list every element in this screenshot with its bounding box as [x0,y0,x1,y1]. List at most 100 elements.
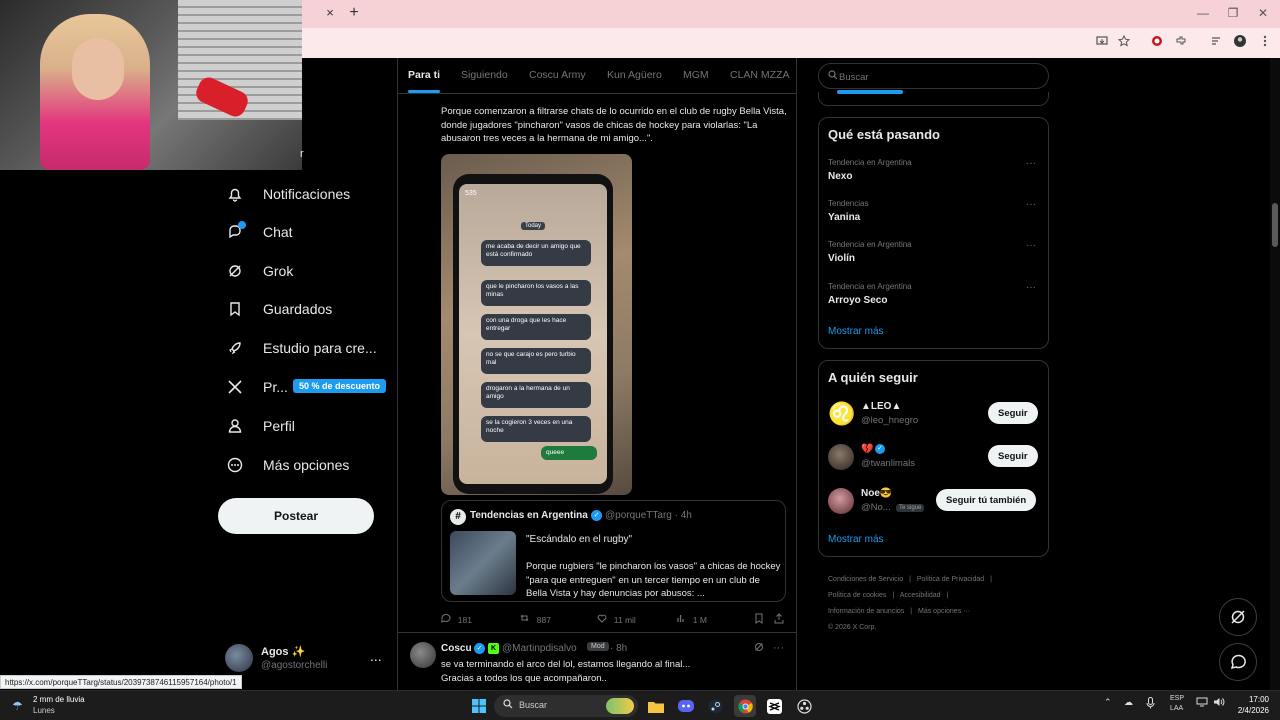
tab-coscu-army[interactable]: Coscu Army [529,58,586,94]
trend-item[interactable]: Tendencia en Argentina Arroyo Seco ··· [828,282,1043,318]
follow-back-button[interactable]: Seguir tú también [936,489,1037,511]
grok-fab-button[interactable] [1219,598,1257,636]
tab-for-you[interactable]: Para ti [408,58,440,94]
follow-suggestion[interactable]: 💔 ✓ @twanlimals Seguir [828,440,1043,476]
steam-icon[interactable] [704,695,726,717]
tray-cloud-icon[interactable]: ☁ [1124,697,1133,708]
avatar [828,444,854,470]
nav-item-bookmarks[interactable]: Guardados [215,291,395,327]
search-icon [503,699,513,712]
tray-chevron-icon[interactable]: ⌃ [1104,697,1112,708]
install-app-icon[interactable] [1093,34,1111,52]
messages-fab-button[interactable] [1219,643,1257,681]
address-bar[interactable] [303,31,1083,55]
chrome-icon[interactable] [734,695,756,717]
footer-link-terms[interactable]: Condiciones de Servicio [828,576,903,583]
post2-author-handle[interactable]: @Martinpdisalvo [502,643,577,654]
obs-icon[interactable] [793,695,815,717]
profile-avatar-icon[interactable] [1231,34,1249,52]
browser-menu-icon[interactable] [1256,34,1274,52]
avatar[interactable] [410,642,436,668]
footer-link-cookies[interactable]: Política de cookies [828,592,886,599]
nav-item-notifications[interactable]: Notificaciones [215,176,395,212]
share-icon[interactable] [774,613,784,626]
nav-item-chat[interactable]: Chat [215,214,395,250]
trends-show-more-link[interactable]: Mostrar más [828,326,884,337]
discord-icon[interactable] [675,695,697,717]
bookmark-post-icon[interactable] [754,613,764,626]
taskbar: ☂ 2 mm de lluvia Lunes Buscar ⌃ ☁ ESP LA… [0,690,1280,720]
tab-mgm[interactable]: MGM [683,58,709,94]
file-explorer-icon[interactable] [645,695,667,717]
search-input[interactable] [839,68,1039,86]
follow-show-more-link[interactable]: Mostrar más [828,534,884,545]
trend-more-icon[interactable]: ··· [1026,282,1036,293]
start-windows-icon[interactable] [468,695,490,717]
page-scrollbar[interactable] [1270,58,1280,690]
maximize-button[interactable]: ❐ [1218,4,1248,22]
nav-item-more-options[interactable]: Más opciones [215,447,395,483]
tray-volume-icon[interactable] [1213,697,1225,709]
reply-button[interactable]: 181 [441,613,472,626]
feed-tabs: Para ti Siguiendo Coscu Army Kun Agüero … [398,58,796,94]
tab-close-icon[interactable]: × [322,5,338,21]
grok-icon [1231,610,1245,624]
tab-following[interactable]: Siguiendo [461,58,508,94]
footer-link-more-options[interactable]: Más opciones ··· [918,608,970,615]
extensions-icon[interactable] [1172,34,1190,52]
follow-suggestion[interactable]: ♌ ▲LEO▲ @leo_hnegro Seguir [828,397,1043,433]
capcut-icon[interactable] [763,695,785,717]
chat-bubble: con una droga que les hace entregar [481,314,591,340]
post2-time[interactable]: · 8h [610,643,627,654]
account-switcher[interactable]: Agos ✨ @agostorchelli ... [225,642,395,678]
tab-clan-mzza[interactable]: CLAN MZZA [730,58,790,94]
trend-more-icon[interactable]: ··· [1026,240,1036,251]
keyboard-language[interactable]: ESP [1170,695,1184,702]
minimize-button[interactable]: — [1188,4,1218,22]
footer-link-ads-info[interactable]: Información de anuncios [828,608,904,615]
account-more-icon[interactable]: ... [370,648,382,664]
close-window-button[interactable]: ✕ [1248,4,1278,22]
follow-suggestion[interactable]: Noe😎 @No... Te sigue Seguir tú también [828,484,1043,520]
like-button[interactable]: 11 mil [597,613,636,626]
search-box[interactable] [818,63,1049,89]
bookmark-star-icon[interactable] [1115,34,1133,52]
more-circle-icon [223,453,247,477]
nav-item-creator-studio[interactable]: Estudio para cre... [215,330,395,366]
footer-link-privacy[interactable]: Política de Privacidad [917,576,984,583]
nav-item-grok[interactable]: Grok [215,253,395,289]
post-media-image[interactable]: 535 Today me acaba de decir un amigo que… [441,154,632,495]
scrollbar-thumb[interactable] [1272,203,1278,247]
tray-mic-icon[interactable] [1146,697,1155,711]
taskbar-clock-time[interactable]: 17:00 [1237,695,1269,704]
footer-link-accessibility[interactable]: Accesibilidad [900,592,941,599]
post2-author-name[interactable]: Coscu [441,643,472,654]
post-button[interactable]: Postear [218,498,374,534]
trend-more-icon[interactable]: ··· [1026,199,1036,210]
subscribe-button-edge[interactable] [837,90,903,94]
nav-label: Notificaciones [263,186,351,202]
weather-summary[interactable]: 2 mm de lluvia [33,695,85,704]
views-button[interactable]: 1 M [676,613,707,626]
follow-button[interactable]: Seguir [988,445,1038,467]
trend-item[interactable]: Tendencia en Argentina Violín ··· [828,240,1043,276]
chat-bubble: no se que carajo es pero turbio mal [481,348,591,374]
tray-network-icon[interactable] [1196,697,1208,709]
follow-button[interactable]: Seguir [988,402,1038,424]
ublock-icon[interactable] [1148,34,1166,52]
new-tab-button[interactable]: + [345,4,363,22]
trend-item[interactable]: Tendencia en Argentina Nexo ··· [828,158,1043,194]
who-to-follow-card: A quién seguir ♌ ▲LEO▲ @leo_hnegro Segui… [818,360,1049,557]
repost-button[interactable]: 887 [519,613,551,626]
taskbar-search[interactable]: Buscar [494,695,638,717]
nav-item-premium[interactable]: Pr... 50 % de descuento [215,369,395,405]
trend-item[interactable]: Tendencias Yanina ··· [828,199,1043,235]
weather-rain-icon[interactable]: ☂ [12,699,23,713]
post-more-icon[interactable]: ··· [773,642,784,654]
nav-item-profile[interactable]: Perfil [215,408,395,444]
trend-more-icon[interactable]: ··· [1026,158,1036,169]
tab-kun-aguero[interactable]: Kun Agüero [607,58,662,94]
grok-explain-icon[interactable] [754,642,764,655]
reading-list-icon[interactable] [1207,34,1225,52]
quoted-post[interactable]: # Tendencias en Argentina ✓ @porqueTTarg… [441,500,786,602]
